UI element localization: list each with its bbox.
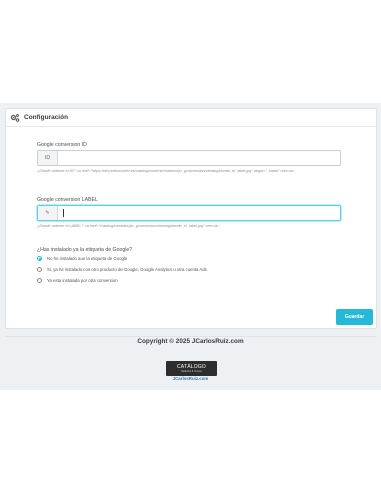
conversion-label-help: ¿Donde obtener el LABEL? <a href="/catal… (37, 224, 220, 228)
panel-header: Configuración (6, 109, 376, 127)
text-cursor (63, 209, 64, 217)
radio-button[interactable] (37, 267, 42, 272)
catalog-logo[interactable]: CATÁLOGO Módulos & Temas (166, 361, 217, 376)
conversion-id-label: Google conversion ID (37, 142, 87, 148)
conversion-id-group: ID (37, 150, 341, 166)
save-button[interactable]: Guardar (336, 309, 373, 325)
radio-option-installed-other-product[interactable]: Si, ya he instalado con otro producto de… (37, 267, 207, 272)
conversion-label-input[interactable] (58, 206, 340, 220)
tag-icon: ✎ (38, 206, 58, 220)
radio-button[interactable] (37, 256, 42, 261)
conversion-label-label: Google conversion LABEL (37, 197, 98, 203)
gears-icon (10, 113, 20, 122)
logo-subtitle: Módulos & Temas (181, 370, 202, 373)
conversion-label-group: ✎ (37, 205, 341, 221)
site-link[interactable]: JCarlosRuiz.com (0, 376, 381, 381)
radio-label: No he instalado aun la etiqueta de Googl… (47, 256, 128, 261)
radio-option-not-installed[interactable]: No he instalado aun la etiqueta de Googl… (37, 256, 127, 261)
conversion-id-help: ¿Donde obtener el ID? <a href="https://d… (37, 169, 295, 173)
radio-option-installed-other-conversion[interactable]: Ya esta instalada por otra conversion (37, 278, 118, 283)
radio-label: Ya esta instalada por otra conversion (47, 278, 118, 283)
tag-question-label: ¿Has instalado ya la etiqueta de Google? (37, 247, 133, 253)
radio-button[interactable] (37, 278, 42, 283)
copyright-text: Copyright © 2025 JCarlosRuiz.com (137, 338, 244, 345)
panel-title: Configuración (24, 114, 69, 121)
conversion-id-input[interactable] (58, 151, 340, 165)
id-addon: ID (38, 151, 58, 165)
radio-label: Si, ya he instalado con otro producto de… (47, 267, 207, 272)
footer-divider (5, 336, 377, 337)
